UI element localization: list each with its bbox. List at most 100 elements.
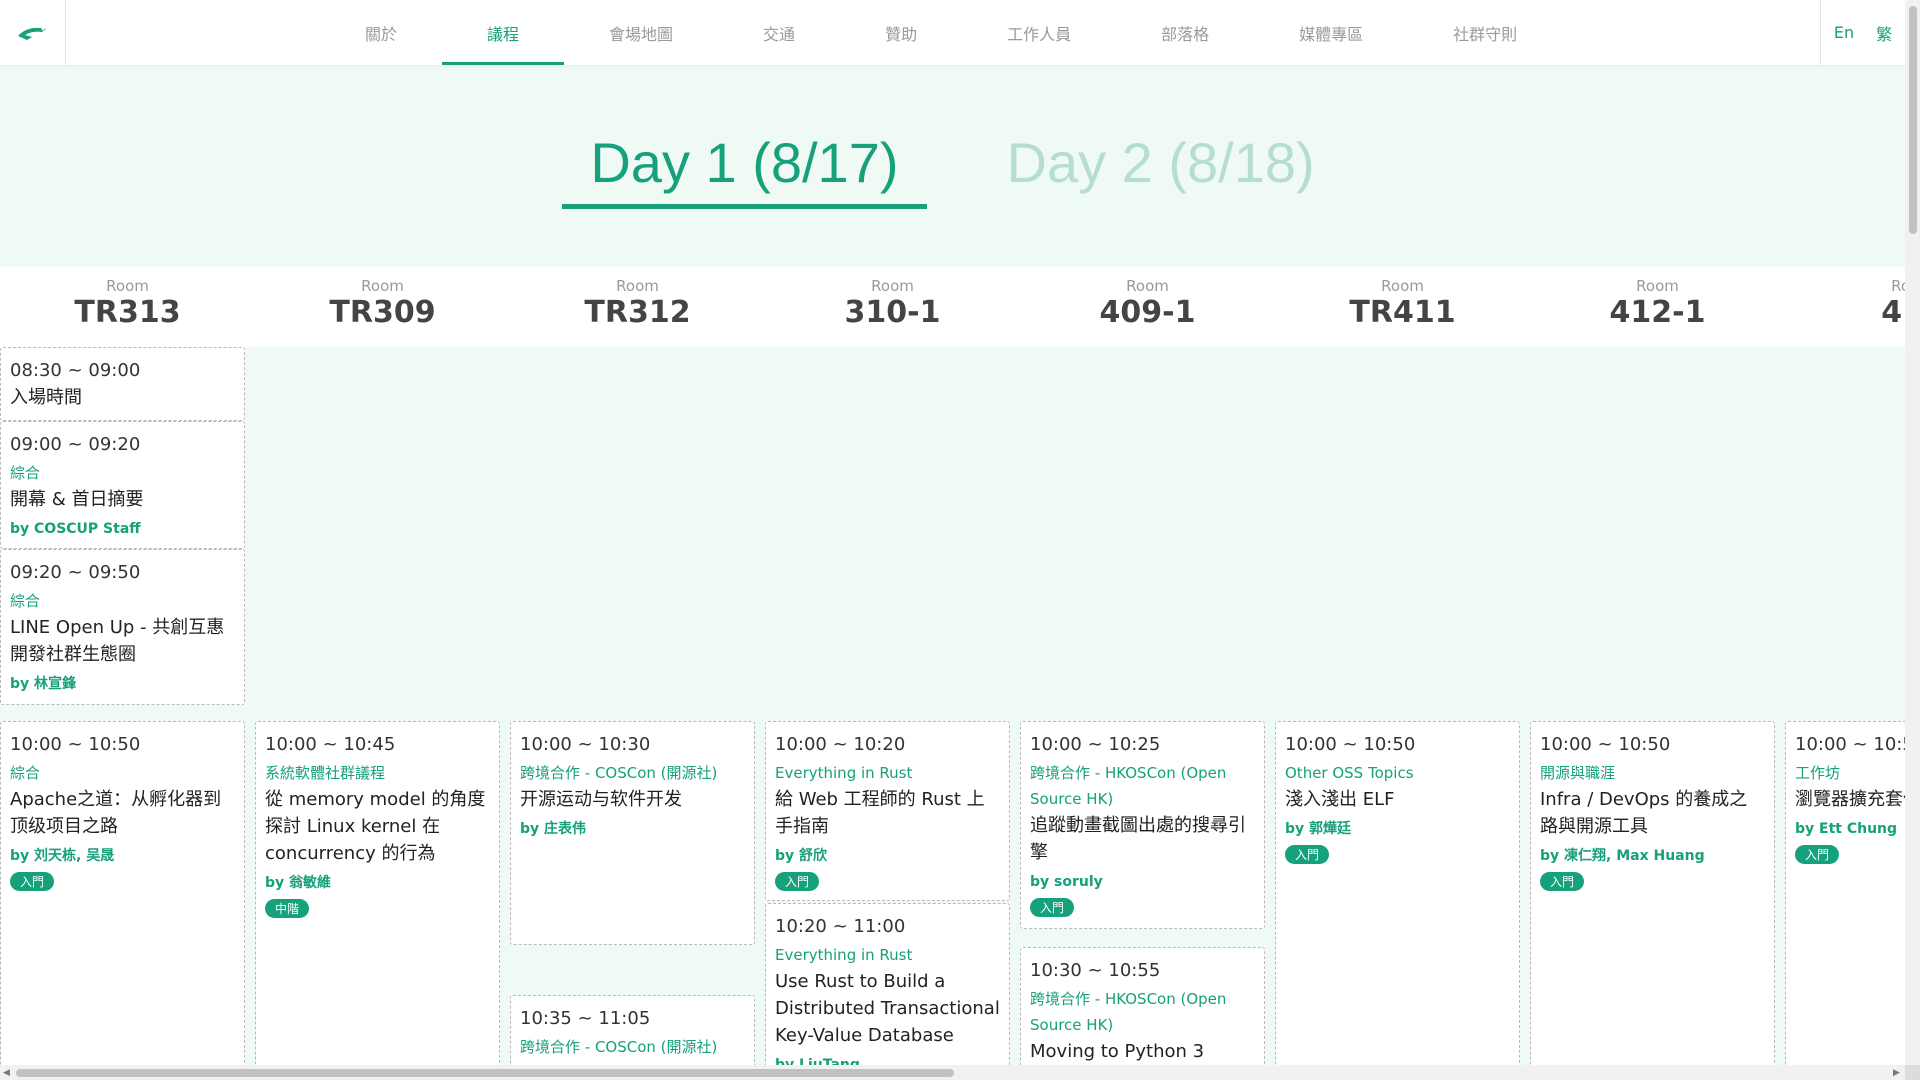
session-speaker: by 翁敏維: [265, 875, 332, 891]
level-badge: 入門: [1795, 845, 1840, 864]
room-name: 310-1: [844, 295, 941, 330]
session-title: 开源运动与软件开发: [520, 789, 682, 810]
session-card[interactable]: 10:00 ~ 10:50 綜合 Apache之道：从孵化器到顶级项目之路 by 刘天…: [0, 721, 245, 1067]
session-card[interactable]: 10:20 ~ 11:00 Everything in Rust Use Rust …: [765, 903, 1010, 1067]
session-track: Everything in Rust: [775, 764, 913, 782]
arrow-left-icon[interactable]: ◀: [3, 1069, 10, 1078]
session-speaker: by 刘天栋, 吴晟: [10, 848, 115, 864]
session-card[interactable]: 10:35 ~ 11:05 跨境合作 - COSCon (開源社): [510, 995, 755, 1067]
badge-row: 入門: [775, 866, 1000, 891]
session-track: 跨境合作 - HKOSCon (Open Source HK): [1030, 764, 1227, 808]
arrow-right-icon[interactable]: ▶: [1893, 1069, 1900, 1078]
session-track: 跨境合作 - COSCon (開源社): [520, 1038, 718, 1056]
language-switcher: En 繁: [1820, 0, 1905, 65]
session-time: 10:00 ~ 10:45: [265, 734, 396, 755]
session-track: 工作坊: [1795, 764, 1841, 782]
nav-link-8[interactable]: 社群守則: [1408, 0, 1562, 65]
session-track: 開源與職涯: [1540, 764, 1616, 782]
session-card[interactable]: 10:00 ~ 10:50 開源與職涯 Infra / DevOps 的養成之路與開…: [1530, 721, 1775, 1067]
session-time: 10:20 ~ 11:00: [775, 916, 906, 937]
room-header-5: Room TR411: [1275, 267, 1530, 347]
session-card[interactable]: 10:00 ~ 10:30 跨境合作 - COSCon (開源社) 开源运动与软件开…: [510, 721, 755, 945]
session-title: 淺入淺出 ELF: [1285, 789, 1395, 810]
room-name: TR309: [329, 295, 436, 330]
session-card[interactable]: 10:00 ~ 10:55 工作坊瀏覽器擴充套件一梯次) by Ett Chung 入…: [1785, 721, 1905, 1067]
vertical-scroll-thumb[interactable]: [1909, 6, 1917, 234]
session-title: Moving to Python 3 while: [1030, 1041, 1205, 1062]
session-title: Use Rust to Build a Distributed Transact…: [775, 971, 1000, 1046]
room-name: 412-1: [1609, 295, 1706, 330]
session-time: 10:00 ~ 10:50: [1285, 734, 1416, 755]
room-header-1: Room TR309: [255, 267, 510, 347]
session-time: 10:00 ~ 10:25: [1030, 734, 1161, 755]
day-tab-1[interactable]: Day 1 (8/17): [562, 130, 927, 209]
lang-en-link[interactable]: En: [1834, 23, 1854, 42]
room-name: TR313: [74, 295, 181, 330]
horizontal-scrollbar[interactable]: ◀ ▶: [0, 1065, 1905, 1080]
session-title: 給 Web 工程師的 Rust 上手指南: [775, 789, 985, 837]
session-card[interactable]: 10:30 ~ 10:55 跨境合作 - HKOSCon (Open Source…: [1020, 947, 1265, 1067]
room-label: Room: [1636, 277, 1679, 295]
schedule-grid: 08:30 ~ 09:00 入場時間 09:00 ~ 09:20 綜合 開幕 & 首日摘…: [0, 347, 1905, 1067]
badge-row: 入門: [1795, 839, 1905, 864]
badge-row: 入門: [1285, 839, 1510, 864]
horizontal-scroll-thumb[interactable]: [16, 1069, 954, 1077]
nav-link-5[interactable]: 工作人員: [962, 0, 1116, 65]
session-track: 綜合: [10, 464, 41, 482]
session-title: 從 memory model 的角度探討 Linux kernel 在 conc…: [265, 789, 486, 864]
session-time: 08:30 ~ 09:00: [10, 360, 141, 381]
session-speaker: by 凍仁翔, Max Huang: [1540, 848, 1705, 864]
session-speaker: by 庄表伟: [520, 821, 587, 837]
level-badge: 入門: [1285, 845, 1330, 864]
session-track: 跨境合作 - COSCon (開源社): [520, 764, 718, 782]
badge-row: 中階: [265, 893, 490, 918]
session-track: 跨境合作 - HKOSCon (Open Source HK): [1030, 990, 1227, 1034]
session-time: 10:00 ~ 10:20: [775, 734, 906, 755]
nav-link-3[interactable]: 交通: [718, 0, 840, 65]
room-label: Room: [361, 277, 404, 295]
session-title: 追蹤動畫截圖出處的搜尋引擎: [1030, 815, 1246, 863]
session-time: 10:30 ~ 10:55: [1030, 960, 1161, 981]
badge-row: 入門: [1030, 892, 1255, 917]
vertical-scrollbar[interactable]: [1905, 0, 1920, 1065]
session-title: Apache之道：从孵化器到顶级项目之路: [10, 789, 222, 837]
session-card[interactable]: 08:30 ~ 09:00 入場時間: [0, 347, 245, 421]
nav-link-2[interactable]: 會場地圖: [564, 0, 718, 65]
session-title: 入場時間: [10, 387, 82, 408]
room-label: Room: [1126, 277, 1169, 295]
nav-link-6[interactable]: 部落格: [1116, 0, 1254, 65]
main-nav-links: 關於 議程 會場地圖 交通 贊助 工作人員 部落格 媒體專區 社群守則: [320, 0, 1562, 65]
room-header-row: Room TR313 Room TR309 Room TR312 Room 310-1 Room…: [0, 267, 1905, 347]
session-time: 10:00 ~ 10:55: [1795, 734, 1905, 755]
coscup-logo-icon[interactable]: [0, 0, 66, 65]
nav-link-7[interactable]: 媒體專區: [1254, 0, 1408, 65]
session-track: Other OSS Topics: [1285, 764, 1414, 782]
session-card[interactable]: 09:20 ~ 09:50 綜合 LINE Open Up - 共創互惠開發社群生態…: [0, 549, 245, 705]
session-title: 開幕 & 首日摘要: [10, 489, 144, 510]
session-card[interactable]: 10:00 ~ 10:50 Other OSS Topics 淺入淺出 ELF by …: [1275, 721, 1520, 1067]
room-header-4: Room 409-1: [1020, 267, 1275, 347]
session-time: 10:00 ~ 10:30: [520, 734, 651, 755]
room-label: Room: [1891, 277, 1905, 295]
room-name: 412: [1881, 295, 1905, 330]
session-time: 09:20 ~ 09:50: [10, 562, 141, 583]
session-track: 系統軟體社群議程: [265, 764, 386, 782]
session-card[interactable]: 09:00 ~ 09:20 綜合 開幕 & 首日摘要 by COSCUP Staff: [0, 421, 245, 549]
nav-link-1[interactable]: 議程: [442, 0, 565, 65]
level-badge: 入門: [775, 872, 820, 891]
room-header-6: Room 412-1: [1530, 267, 1785, 347]
room-header-7: Room412: [1785, 267, 1905, 347]
session-title: LINE Open Up - 共創互惠開發社群生態圈: [10, 617, 225, 665]
nav-link-0[interactable]: 關於: [320, 0, 442, 65]
room-header-2: Room TR312: [510, 267, 765, 347]
session-card[interactable]: 10:00 ~ 10:20 Everything in Rust 給 Web 工程師…: [765, 721, 1010, 901]
nav-link-4[interactable]: 贊助: [840, 0, 962, 65]
day-tab-2[interactable]: Day 2 (8/18): [979, 130, 1343, 209]
session-card[interactable]: 10:00 ~ 10:45 系統軟體社群議程從 memory model 的角度探…: [255, 721, 500, 1067]
session-card[interactable]: 10:00 ~ 10:25 跨境合作 - HKOSCon (Open Source…: [1020, 721, 1265, 929]
room-name: TR411: [1349, 295, 1456, 330]
session-time: 10:00 ~ 10:50: [1540, 734, 1671, 755]
room-name: TR312: [584, 295, 691, 330]
lang-zh-link[interactable]: 繁: [1876, 21, 1892, 45]
session-track: 綜合: [10, 764, 41, 782]
